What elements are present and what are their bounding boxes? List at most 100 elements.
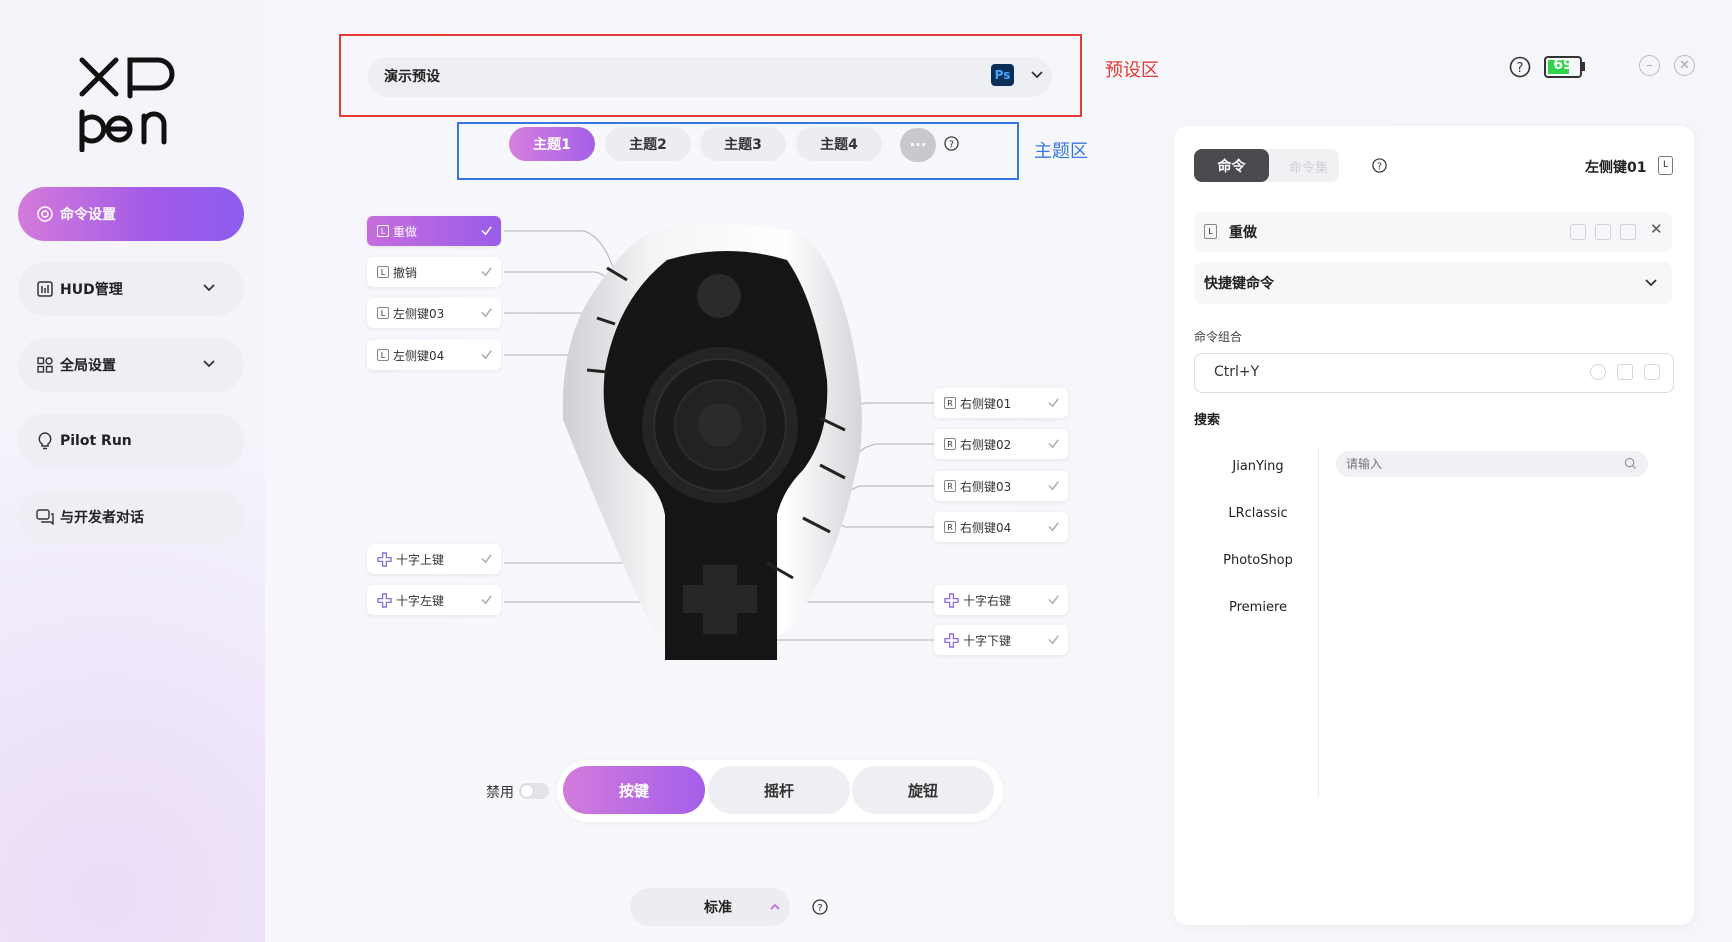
app-item[interactable]: Premiere bbox=[1212, 589, 1304, 625]
dpad-icon bbox=[944, 592, 959, 608]
check-icon bbox=[1048, 481, 1059, 491]
key-chip-left-2[interactable]: L 撤销 bbox=[367, 257, 501, 287]
mouse-icon[interactable] bbox=[1644, 364, 1660, 380]
chevron-down-icon bbox=[203, 360, 215, 368]
preset-area-annotation: 预设区 bbox=[1105, 60, 1159, 81]
nav-hud-management[interactable]: HUD管理 bbox=[18, 262, 244, 316]
info-icon[interactable] bbox=[1620, 224, 1636, 240]
key-chip-left-1[interactable]: L 重做 bbox=[367, 216, 501, 246]
tab-theme-3[interactable]: 主题3 bbox=[700, 127, 786, 161]
battery-nub bbox=[1582, 62, 1585, 71]
mode-button-joystick[interactable]: 摇杆 bbox=[708, 766, 850, 814]
help-icon[interactable]: ? bbox=[1509, 56, 1531, 78]
settings-icon[interactable] bbox=[1595, 224, 1611, 240]
key-chip-dpad-right[interactable]: 十字右键 bbox=[934, 585, 1068, 615]
key-chip-right-1[interactable]: R 右侧键01 bbox=[934, 388, 1068, 418]
search-icon[interactable] bbox=[1624, 457, 1637, 470]
check-icon bbox=[481, 267, 492, 277]
svg-text:?: ? bbox=[817, 903, 822, 914]
chevron-down-icon bbox=[203, 284, 215, 292]
help-icon[interactable]: ? bbox=[944, 136, 959, 151]
help-icon[interactable]: ? bbox=[812, 899, 828, 915]
key-chip-label: 左侧键03 bbox=[393, 306, 445, 321]
nav-pilot-run[interactable]: Pilot Run bbox=[18, 414, 244, 468]
close-icon[interactable]: ✕ bbox=[1650, 220, 1663, 238]
key-chip-dpad-left[interactable]: 十字左键 bbox=[367, 585, 501, 615]
check-icon bbox=[481, 308, 492, 318]
check-icon bbox=[481, 226, 492, 236]
preset-selector[interactable] bbox=[368, 57, 1052, 97]
check-icon bbox=[1048, 522, 1059, 532]
combo-label: 命令组合 bbox=[1194, 330, 1243, 344]
check-icon bbox=[481, 554, 492, 564]
app-item[interactable]: LRclassic bbox=[1212, 495, 1304, 531]
shortcut-combo-value: Ctrl+Y bbox=[1214, 364, 1260, 380]
tab-theme-1[interactable]: 主题1 bbox=[509, 127, 595, 161]
mode-button-knob[interactable]: 旋钮 bbox=[852, 766, 994, 814]
disable-toggle[interactable] bbox=[519, 783, 549, 799]
bulb-icon bbox=[36, 432, 54, 450]
key-chip-label: 右侧键02 bbox=[960, 437, 1012, 452]
key-chip-dpad-up[interactable]: 十字上键 bbox=[367, 544, 501, 574]
right-key-badge-icon: R bbox=[944, 397, 956, 409]
left-key-badge-icon: L bbox=[1204, 224, 1217, 239]
tab-command[interactable]: 命令 bbox=[1194, 149, 1269, 182]
key-chip-label: 重做 bbox=[393, 224, 418, 239]
chat-icon bbox=[36, 508, 54, 526]
left-key-badge-icon: L bbox=[1658, 156, 1673, 175]
preset-name: 演示预设 bbox=[384, 69, 440, 85]
check-icon bbox=[1048, 398, 1059, 408]
key-chip-label: 右侧键03 bbox=[960, 479, 1012, 494]
key-chip-left-3[interactable]: L 左侧键03 bbox=[367, 298, 501, 328]
dpad-icon bbox=[377, 551, 392, 567]
command-name: 重做 bbox=[1229, 225, 1257, 241]
key-chip-right-3[interactable]: R 右侧键03 bbox=[934, 471, 1068, 501]
copy-icon[interactable] bbox=[1570, 224, 1586, 240]
divider bbox=[1318, 448, 1319, 798]
svg-text:?: ? bbox=[1517, 61, 1524, 76]
check-icon bbox=[481, 595, 492, 605]
right-key-badge-icon: R bbox=[944, 521, 956, 533]
mode-button-keys[interactable]: 按键 bbox=[563, 766, 705, 814]
nav-label: Pilot Run bbox=[60, 433, 132, 449]
dpad-icon bbox=[377, 592, 392, 608]
tab-command-set[interactable]: 命令集 bbox=[1289, 157, 1328, 176]
chevron-down-icon[interactable] bbox=[1030, 68, 1044, 82]
key-chip-dpad-down[interactable]: 十字下键 bbox=[934, 625, 1068, 655]
svg-text:?: ? bbox=[949, 139, 954, 150]
app-item[interactable]: PhotoShop bbox=[1212, 542, 1304, 578]
selected-key-title: 左侧键01 bbox=[1585, 160, 1647, 176]
chevron-down-icon[interactable] bbox=[1644, 276, 1658, 290]
help-icon[interactable]: ? bbox=[1372, 158, 1387, 173]
key-chip-left-4[interactable]: L 左侧键04 bbox=[367, 340, 501, 370]
tab-theme-4[interactable]: 主题4 bbox=[796, 127, 882, 161]
left-key-badge-icon: L bbox=[377, 349, 389, 361]
profile-label: 标准 bbox=[704, 900, 732, 916]
grid-icon bbox=[36, 356, 54, 374]
xppen-logo bbox=[79, 57, 175, 152]
more-themes-button[interactable]: ··· bbox=[900, 128, 936, 162]
nav-label: 与开发者对话 bbox=[60, 510, 144, 526]
search-input[interactable] bbox=[1336, 451, 1648, 477]
key-chip-label: 十字右键 bbox=[963, 593, 1012, 608]
photoshop-badge-icon: Ps bbox=[991, 64, 1014, 86]
nav-command-settings[interactable]: 命令设置 bbox=[18, 187, 244, 241]
key-chip-right-4[interactable]: R 右侧键04 bbox=[934, 512, 1068, 542]
clear-icon[interactable] bbox=[1590, 364, 1606, 380]
key-chip-label: 左侧键04 bbox=[393, 348, 445, 363]
nav-global-settings[interactable]: 全局设置 bbox=[18, 338, 244, 392]
app-item[interactable]: JianYing bbox=[1212, 448, 1304, 484]
key-chip-label: 右侧键01 bbox=[960, 396, 1012, 411]
tab-theme-2[interactable]: 主题2 bbox=[605, 127, 691, 161]
key-chip-right-2[interactable]: R 右侧键02 bbox=[934, 429, 1068, 459]
toggle-knob bbox=[521, 785, 533, 797]
keyboard-icon[interactable] bbox=[1617, 364, 1633, 380]
right-key-badge-icon: R bbox=[944, 480, 956, 492]
nav-developer-chat[interactable]: 与开发者对话 bbox=[18, 490, 244, 544]
nav-label: 全局设置 bbox=[60, 358, 116, 374]
minimize-icon[interactable]: – bbox=[1639, 55, 1660, 76]
disable-label: 禁用 bbox=[486, 785, 514, 801]
chevron-up-icon[interactable] bbox=[769, 901, 781, 913]
close-icon[interactable]: ✕ bbox=[1674, 55, 1695, 76]
check-icon bbox=[1048, 595, 1059, 605]
